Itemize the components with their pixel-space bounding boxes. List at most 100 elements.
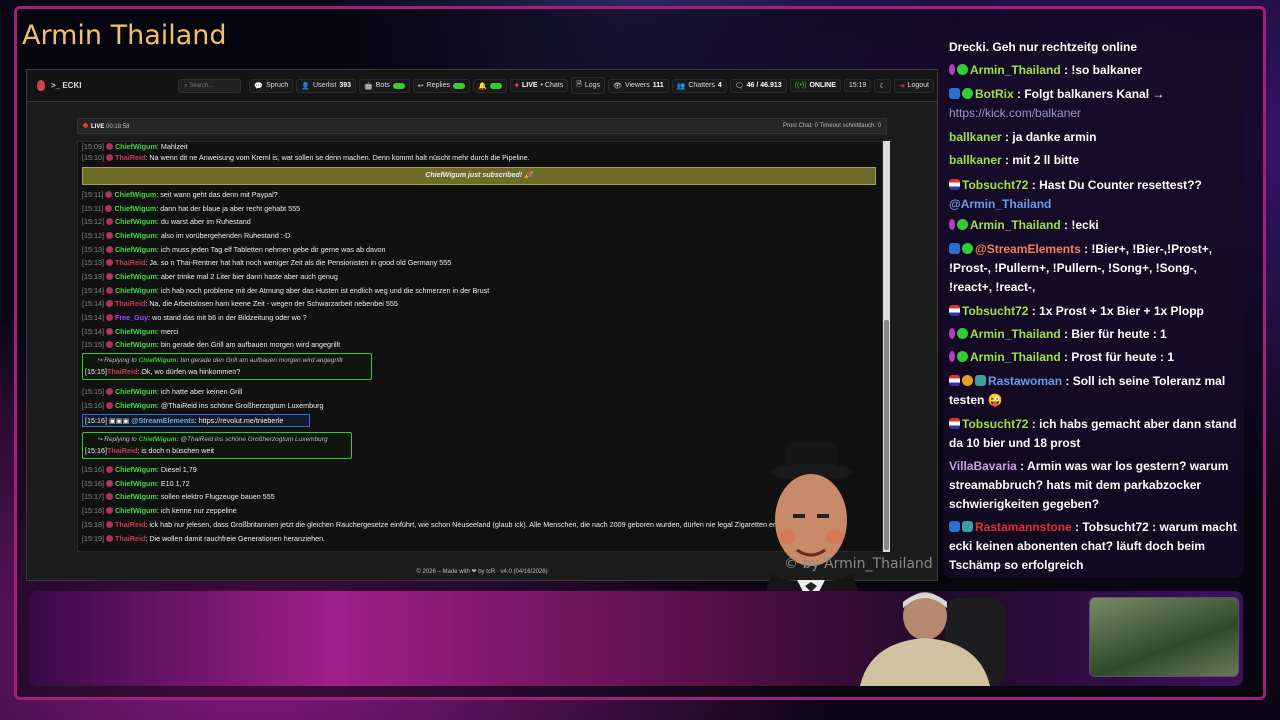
user-avatar-icon: [105, 246, 113, 253]
message-time: [15:14]: [82, 313, 104, 322]
message-text: : Diesel 1,79: [156, 465, 197, 474]
message-text: : ick hab nur jelesen, dass Großbritanni…: [145, 520, 801, 529]
message-username[interactable]: ChiefWigum: [115, 327, 157, 336]
logs-label: Logs: [584, 82, 601, 89]
overlay-username: @StreamElements: [975, 242, 1081, 256]
chat-message: [15:12] ChiefWigum: du warst aber im Ruhe…: [82, 217, 251, 226]
message-username[interactable]: ChiefWigum: [115, 286, 157, 295]
message-username[interactable]: ThaiReid: [107, 446, 137, 455]
message-time: [15:13]: [82, 245, 104, 254]
message-username[interactable]: ChiefWigum: [115, 231, 157, 240]
overlay-username: Rastawoman: [988, 374, 1063, 388]
ok-badge-icon: [962, 243, 973, 254]
message-username[interactable]: ThaiReid: [115, 520, 145, 529]
message-username[interactable]: ThaiReid: [115, 299, 145, 308]
user-avatar-icon: [105, 402, 113, 409]
user-avatar-icon: [105, 218, 113, 225]
message-text: : ich hatte aber keinen Grill: [156, 387, 243, 396]
reply-label: ↪ Replying to: [97, 436, 137, 443]
live-label: LIVE: [521, 82, 538, 89]
userlist-label: Userlist: [313, 82, 337, 89]
chat-message: [15:11] ChiefWigum: seit wann geht das de…: [82, 190, 278, 199]
reply-block: ↪ Replying to ChiefWigum: @ThaiReid ins …: [82, 432, 352, 459]
brand[interactable]: >_ ECKI: [37, 80, 178, 91]
message-username[interactable]: ChiefWigum: [115, 401, 157, 410]
search-input[interactable]: ⌕ Search...: [178, 78, 242, 93]
message-time: [15:09]: [82, 142, 104, 151]
message-username[interactable]: ThaiReid: [115, 258, 145, 267]
user-avatar-icon: [105, 154, 113, 161]
message-username[interactable]: ChiefWigum: [115, 142, 157, 151]
sound-toggle[interactable]: 🔔: [473, 78, 507, 93]
theme-toggle[interactable]: ☾: [874, 78, 891, 93]
overlay-message-text: : !ecki: [1060, 218, 1099, 232]
replies-switch[interactable]: [453, 82, 466, 89]
flag-badge-icon: [949, 375, 960, 386]
message-username[interactable]: ThaiReid: [115, 153, 145, 162]
user-avatar-icon: [105, 480, 113, 487]
chat-message: [15:19] ThaiReid: Die wollen damit rauchf…: [82, 534, 325, 543]
overlay-mention: @Armin_Thailand: [949, 197, 1052, 211]
overlay-chat-message: Armin_Thailand : Bier für heute : 1: [949, 325, 1241, 344]
message-username[interactable]: ThaiReid: [107, 367, 137, 376]
message-text: : Ja. so n Thai-Rentner hat halt noch we…: [145, 258, 452, 267]
message-time: [15:16]: [82, 465, 104, 474]
chat-message: [15:09] ChiefWigum: Mahlzeit: [82, 142, 188, 151]
message-username[interactable]: ThaiReid: [115, 534, 145, 543]
message-username[interactable]: ChiefWigum: [115, 387, 157, 396]
message-username[interactable]: ChiefWigum: [115, 492, 157, 501]
message-time: [15:16]: [82, 401, 104, 410]
message-text: : wo stand das mit b6 in der Bildzeitung…: [148, 313, 307, 322]
chat-message: [15:16] ChiefWigum: E10 1,72: [82, 479, 190, 488]
chat-scrollbar-thumb[interactable]: [884, 320, 889, 550]
garden-webcam: [1089, 597, 1239, 677]
message-username[interactable]: ChiefWigum: [115, 272, 157, 281]
reply-target[interactable]: ChiefWigum:: [139, 436, 179, 443]
overlay-link[interactable]: https://kick.com/balkaner: [949, 106, 1081, 120]
user-avatar-icon: [105, 259, 113, 266]
chatters-label: Chatters: [688, 82, 715, 89]
bots-toggle[interactable]: 🤖 Bots: [359, 78, 410, 93]
live-duration: 00:18:58: [106, 123, 130, 130]
message-username[interactable]: ChiefWigum: [114, 190, 156, 199]
message-time: [15:14]: [82, 327, 104, 336]
message-time: [15:14]: [82, 299, 104, 308]
reply-target[interactable]: ChiefWigum:: [139, 357, 179, 364]
live-chats-button[interactable]: ● LIVE • Chats: [509, 79, 569, 92]
message-username[interactable]: ChiefWigum: [114, 204, 156, 213]
chat-message: [15:14] Free_Guy: wo stand das mit b6 in …: [82, 313, 307, 322]
message-username[interactable]: ChiefWigum: [115, 245, 157, 254]
search-placeholder: Search...: [189, 82, 214, 89]
overlay-chat-message: BotRix : Folgt balkaners Kanal → https://…: [949, 85, 1241, 123]
message-username[interactable]: Free_Guy: [115, 313, 148, 322]
flag-badge-icon: [949, 305, 960, 316]
userlist-button[interactable]: 👤 Userlist 393: [296, 78, 357, 93]
message-text: : ich hab noch probleme mit der Atmung a…: [156, 286, 490, 295]
logout-button[interactable]: ⇥ Logout: [893, 78, 934, 93]
user-avatar-icon: [105, 388, 113, 395]
overlay-message-text: : Folgt balkaners Kanal →: [1013, 87, 1165, 101]
message-username[interactable]: ChiefWigum: [115, 506, 157, 515]
tw-badge-icon: [962, 521, 973, 532]
replies-label: Replies: [426, 82, 451, 89]
message-text: : @ThaiReid ins schöne Großherzogtum Lux…: [156, 401, 324, 410]
chat-message: [15:16] ChiefWigum: Diesel 1,79: [82, 465, 197, 474]
message-username[interactable]: @StreamElements: [131, 416, 194, 425]
sound-switch[interactable]: [489, 82, 502, 89]
message-text: : sollen elektro Flugzeuge bauen 555: [156, 492, 275, 501]
flag-badge-icon: [949, 418, 960, 429]
mic-badge-icon: [949, 64, 955, 75]
message-username[interactable]: ChiefWigum: [115, 479, 157, 488]
message-username[interactable]: ChiefWigum: [115, 340, 157, 349]
logs-button[interactable]: 🗎 Logs: [571, 77, 606, 94]
overlay-message-text: : Prost für heute : 1: [1060, 350, 1175, 364]
message-username[interactable]: ChiefWigum: [115, 217, 157, 226]
message-username[interactable]: ChiefWigum: [115, 465, 157, 474]
bot-badge-icon: [949, 521, 960, 532]
spruch-button[interactable]: 💬 Spruch: [249, 78, 294, 93]
stream-title: Armin Thailand: [22, 20, 227, 51]
bots-switch[interactable]: [392, 82, 405, 89]
replies-toggle[interactable]: ↩ Replies: [412, 78, 471, 93]
eye-icon: 👁: [613, 82, 622, 90]
overlay-chat-message: VillaBavaria : Armin was war los gestern…: [949, 457, 1241, 514]
